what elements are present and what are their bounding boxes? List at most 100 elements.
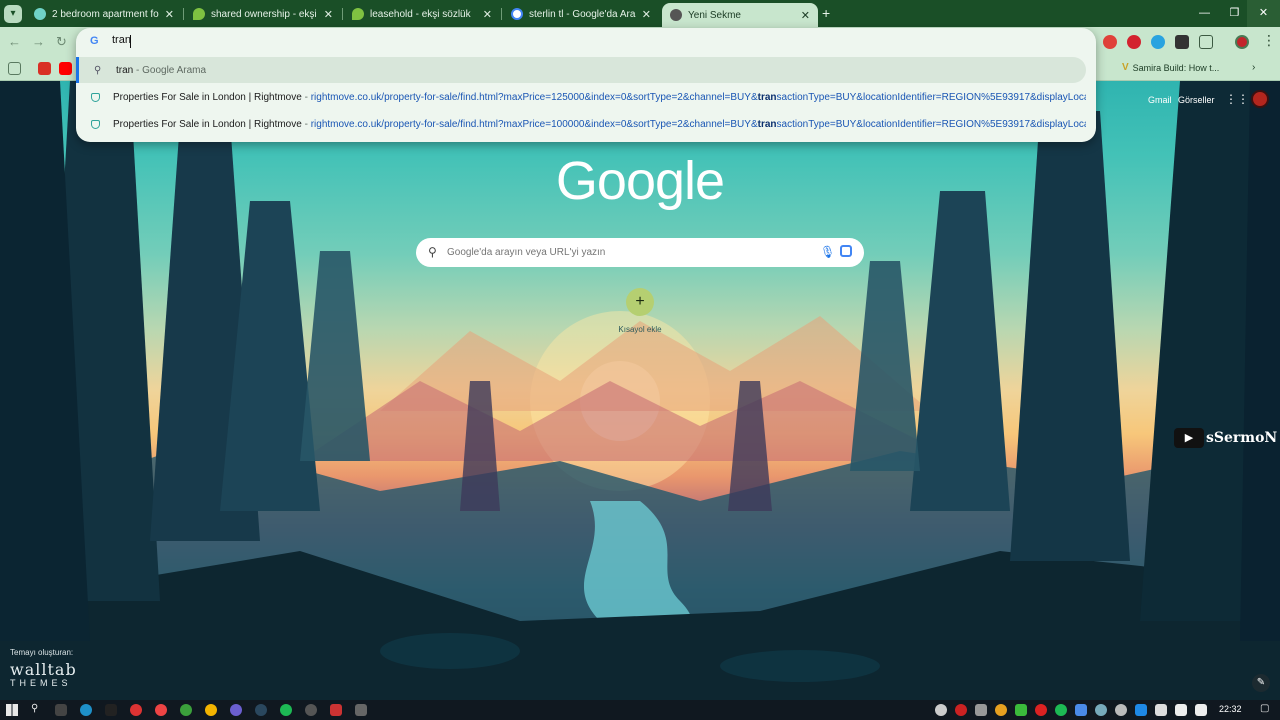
windows-taskbar: ⚲ 22:32 ▢ [0, 700, 1280, 720]
bookmark-item[interactable]: V Samira Build: How t... [1122, 62, 1219, 73]
close-icon[interactable]: ✕ [483, 8, 492, 21]
suggestion-separator: - [301, 118, 311, 130]
gmail-bookmark-icon[interactable] [38, 62, 51, 75]
gmail-link[interactable]: Gmail [1148, 95, 1172, 105]
close-icon[interactable]: ✕ [324, 8, 333, 21]
app-icon[interactable] [130, 704, 142, 716]
search-icon[interactable]: ⚲ [31, 703, 38, 714]
app-icon[interactable] [155, 704, 167, 716]
app-icon[interactable] [305, 704, 317, 716]
url-part: sactionType=BUY&locationIdentifier=REGIO… [776, 118, 1086, 130]
extension-icon[interactable] [1175, 35, 1189, 49]
tab-separator [183, 8, 184, 20]
omnibox[interactable]: G tran [76, 28, 1096, 56]
extension-icon[interactable] [1151, 35, 1165, 49]
app-icon[interactable] [355, 704, 367, 716]
google-lens-icon[interactable] [840, 245, 852, 257]
apps-icon[interactable] [8, 62, 21, 75]
app-icon[interactable] [180, 704, 192, 716]
tab-rightmove[interactable]: 2 bedroom apartment for sale ✕ [26, 3, 182, 25]
rightmove-favicon-icon [91, 119, 100, 129]
add-shortcut-button[interactable]: + [626, 288, 654, 316]
tray-icon[interactable] [935, 704, 947, 716]
url-match: tran [757, 91, 777, 103]
avatar[interactable] [1251, 90, 1269, 108]
ntp-search-box[interactable]: ⚲ 🎙 [416, 238, 864, 267]
tray-icon[interactable] [1035, 704, 1047, 716]
tray-icon[interactable] [1015, 704, 1027, 716]
tab-strip: ▾ 2 bedroom apartment for sale ✕ shared … [0, 0, 1280, 27]
task-view-icon[interactable] [55, 704, 67, 716]
url-part: sactionType=BUY&locationIdentifier=REGIO… [776, 91, 1086, 103]
microphone-icon[interactable] [1155, 704, 1167, 716]
youtube-bookmark-icon[interactable] [59, 62, 72, 75]
puzzle-icon[interactable] [1199, 35, 1213, 49]
close-icon[interactable]: ✕ [165, 8, 174, 21]
edge-icon[interactable] [80, 704, 92, 716]
chevron-right-icon[interactable]: › [1252, 62, 1255, 73]
back-icon[interactable]: ← [8, 34, 21, 49]
tray-icon[interactable] [1095, 704, 1107, 716]
google-apps-icon[interactable]: ⋮⋮ [1225, 93, 1249, 105]
tab-title: sterlin tl - Google'da Ara [529, 8, 636, 20]
volume-icon[interactable] [1195, 704, 1207, 716]
tray-icon[interactable] [995, 704, 1007, 716]
tray-icon[interactable] [955, 704, 967, 716]
tab-search-button[interactable]: ▾ [4, 5, 22, 23]
url-part: rightmove.co.uk/property-for-sale/find.h… [310, 118, 758, 130]
notification-icon[interactable]: ▢ [1260, 703, 1269, 714]
opera-extension-icon[interactable] [1127, 35, 1141, 49]
suggestion-title: Properties For Sale in London | Rightmov… [113, 118, 302, 130]
tab-sterlin-tl[interactable]: sterlin tl - Google'da Ara ✕ [503, 3, 659, 25]
theme-brand-subtitle: THEMES [10, 678, 72, 688]
windows-start-icon[interactable] [6, 704, 18, 716]
customize-pencil-icon[interactable]: ✎ [1252, 674, 1270, 692]
tab-leasehold[interactable]: leasehold - ekşi sözlük ✕ [344, 3, 500, 25]
address-bar-input[interactable]: tran [112, 34, 812, 50]
app-icon[interactable] [230, 704, 242, 716]
extension-icon[interactable] [1103, 35, 1117, 49]
close-window-button[interactable]: ✕ [1247, 0, 1280, 27]
url-match: tran [757, 118, 777, 130]
tab-title: shared ownership - ekşi sözlük [211, 8, 318, 20]
tray-icon[interactable] [1075, 704, 1087, 716]
url-part: rightmove.co.uk/property-for-sale/find.h… [310, 91, 758, 103]
chrome-icon[interactable] [205, 704, 217, 716]
theme-brand-logo[interactable]: walltab [10, 660, 77, 679]
close-icon[interactable]: ✕ [642, 8, 651, 21]
search-icon: ⚲ [94, 64, 102, 76]
minimize-button[interactable]: — [1188, 0, 1221, 27]
wifi-icon[interactable] [1175, 704, 1187, 716]
suggestion-history[interactable]: Properties For Sale in London | Rightmov… [76, 84, 1086, 110]
taskbar-clock[interactable]: 22:32 [1219, 704, 1242, 714]
app-icon[interactable] [105, 704, 117, 716]
microphone-icon[interactable]: 🎙 [820, 245, 835, 259]
network-icon[interactable] [1135, 704, 1147, 716]
profile-avatar-icon[interactable] [1235, 35, 1249, 49]
suggestion-search[interactable]: ⚲ tran - Google Arama [76, 57, 1086, 83]
suggestion-query: tran [116, 64, 134, 76]
tab-title: 2 bedroom apartment for sale [52, 8, 159, 20]
suggestion-text: tran - Google Arama [116, 65, 206, 76]
suggestion-text: Properties For Sale in London | Rightmov… [113, 119, 1086, 130]
menu-dots-icon[interactable]: ⋮ [1262, 32, 1276, 49]
tab-shared-ownership[interactable]: shared ownership - ekşi sözlük ✕ [185, 3, 341, 25]
tray-icon[interactable] [975, 704, 987, 716]
tab-separator [342, 8, 343, 20]
bookmark-favicon-icon: V [1122, 62, 1129, 73]
tab-title: Yeni Sekme [688, 9, 741, 21]
new-tab-button[interactable]: + [822, 5, 830, 21]
tray-icon[interactable] [1115, 704, 1127, 716]
spotify-icon[interactable] [280, 704, 292, 716]
suggestion-history[interactable]: Properties For Sale in London | Rightmov… [76, 111, 1086, 137]
reload-icon[interactable]: ↻ [56, 34, 67, 50]
close-icon[interactable]: ✕ [801, 9, 810, 22]
images-link[interactable]: Görseller [1178, 95, 1215, 105]
tray-icon[interactable] [1055, 704, 1067, 716]
search-input[interactable] [447, 244, 807, 261]
tab-new-tab[interactable]: Yeni Sekme ✕ [662, 3, 818, 27]
steam-icon[interactable] [255, 704, 267, 716]
forward-icon[interactable]: → [32, 34, 45, 49]
app-icon[interactable] [330, 704, 342, 716]
suggestion-suffix: - Google Arama [133, 64, 207, 76]
